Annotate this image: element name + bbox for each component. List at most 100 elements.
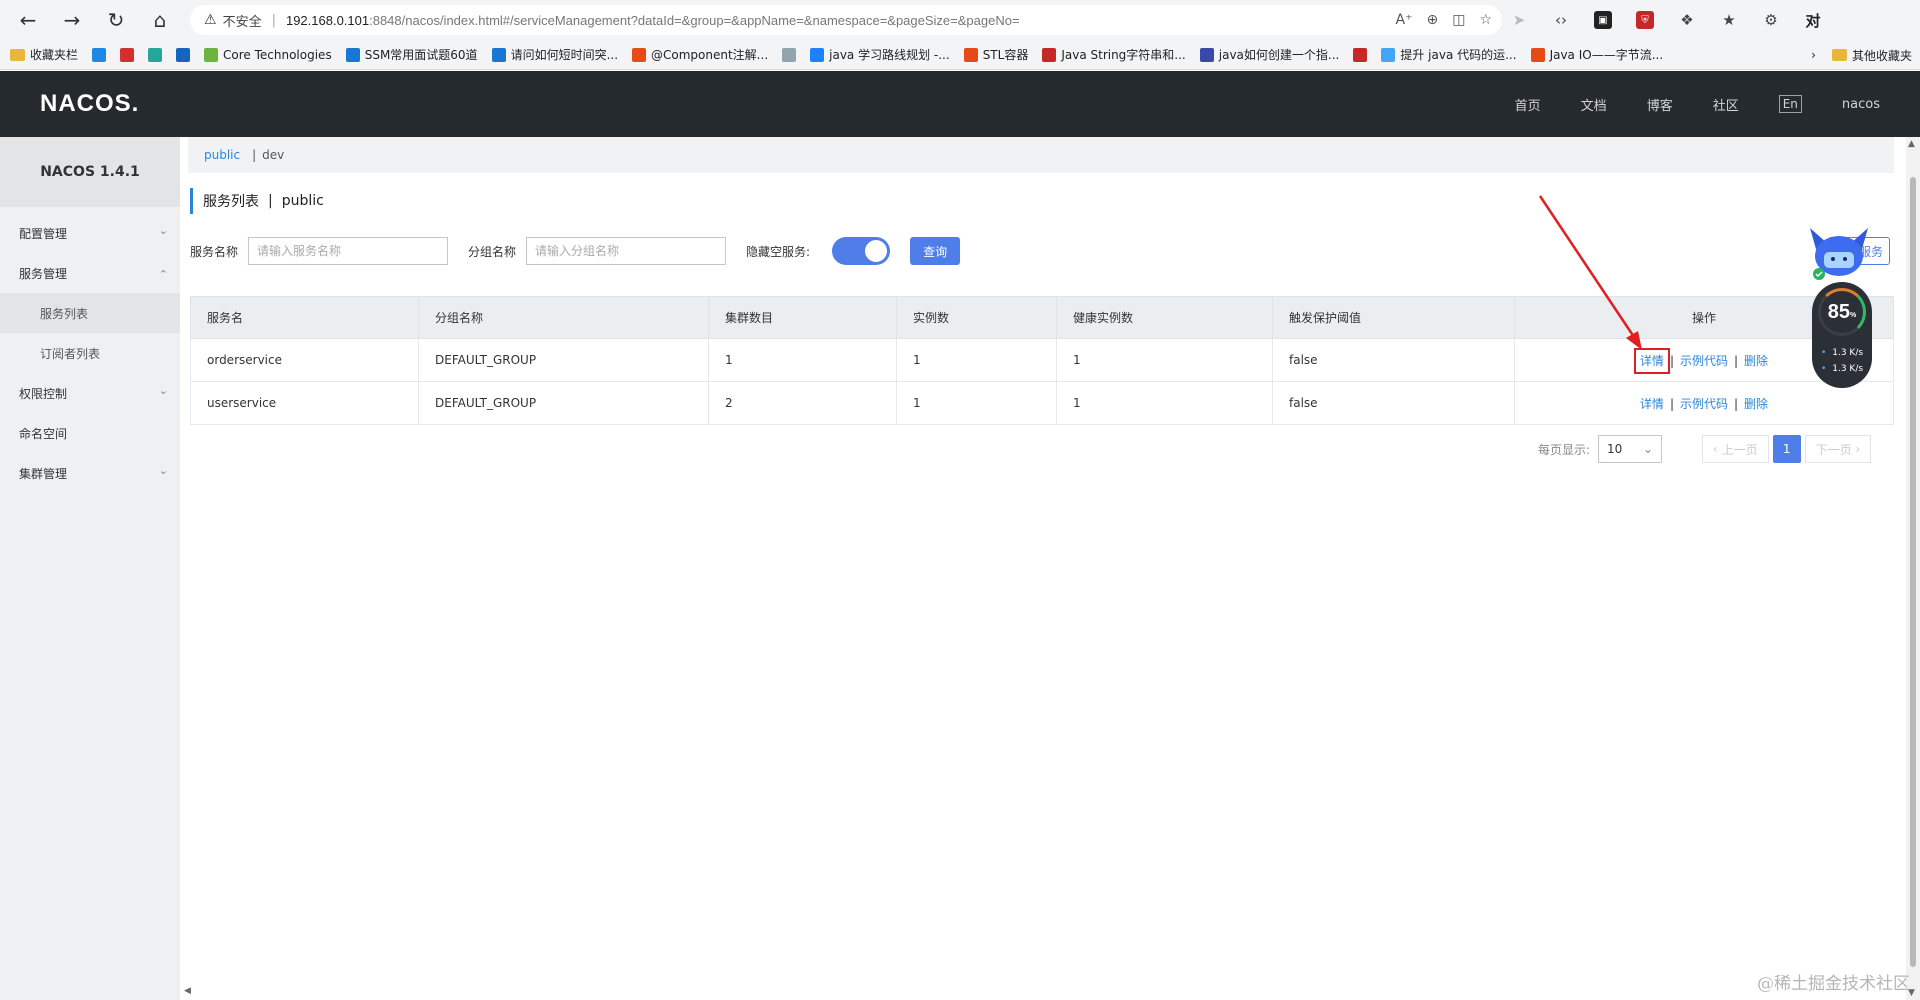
- address-bar[interactable]: ⚠ 不安全 | 192.168.0.101:8848/nacos/index.h…: [190, 5, 1502, 35]
- extension-code-icon[interactable]: ‹›: [1552, 11, 1570, 29]
- reload-icon[interactable]: ↻: [94, 0, 138, 40]
- sidebar-item-label: 权限控制: [19, 386, 68, 401]
- bookmark-item[interactable]: 提升 java 代码的运...: [1381, 46, 1517, 63]
- sidebar-item-service-list[interactable]: 服务列表: [0, 293, 180, 333]
- extensions-icon[interactable]: ❖: [1678, 11, 1696, 29]
- bookmark-item[interactable]: 请问如何短时间突...: [491, 46, 618, 63]
- folder-icon: [10, 48, 25, 61]
- folder-icon: [1831, 49, 1847, 61]
- chevron-down-icon: ⌄: [158, 464, 168, 477]
- extension-cursor-icon[interactable]: ➤: [1510, 11, 1528, 29]
- bookmark-item[interactable]: [1353, 47, 1368, 62]
- url-text[interactable]: 192.168.0.101:8848/nacos/index.html#/ser…: [286, 13, 1020, 28]
- next-page-button[interactable]: 下一页 ›: [1804, 435, 1872, 463]
- chevron-left-icon: ‹: [1713, 442, 1722, 456]
- sidebar-item-auth[interactable]: 权限控制 ⌄: [0, 373, 180, 413]
- table-row: orderservice DEFAULT_GROUP 1 1 1 false 详…: [190, 338, 1894, 382]
- bookmark-item[interactable]: SSM常用面试题60道: [345, 46, 478, 63]
- nav-community[interactable]: 社区: [1713, 95, 1739, 114]
- bookmark-label: java如何创建一个指...: [1218, 48, 1340, 62]
- app-header: NACOS. 首页 文档 博客 社区 En nacos: [0, 71, 1920, 137]
- favorites-icon[interactable]: ★: [1720, 11, 1738, 29]
- collections-icon[interactable]: ⚙: [1762, 11, 1780, 29]
- scroll-up-icon[interactable]: ▲: [1908, 139, 1915, 149]
- bookmark-item[interactable]: Java String字符串和...: [1042, 46, 1186, 63]
- prev-page-button[interactable]: ‹ 上一页: [1702, 435, 1769, 463]
- delete-link[interactable]: 删除: [1744, 397, 1768, 411]
- scrollbar-thumb[interactable]: [1910, 177, 1916, 967]
- col-instance-count: 实例数: [896, 296, 1057, 339]
- sidebar-item-namespace[interactable]: 命名空间: [0, 413, 180, 453]
- bookmark-item[interactable]: [92, 47, 107, 62]
- url-host: 192.168.0.101: [285, 12, 370, 28]
- on-icon: [176, 47, 191, 62]
- bookmark-item[interactable]: @Component注解...: [632, 46, 768, 63]
- read-aloud-icon[interactable]: A⁺: [1396, 12, 1413, 28]
- detail-link[interactable]: 详情: [1633, 347, 1670, 374]
- scroll-left-icon[interactable]: ◀: [184, 986, 191, 996]
- detail-link[interactable]: 详情: [1640, 397, 1664, 411]
- bookmark-item[interactable]: [120, 47, 135, 62]
- back-icon[interactable]: ←: [6, 0, 50, 40]
- monitor-panel: 85% 1.3 K/s 1.3 K/s: [1812, 282, 1872, 388]
- page-size-value: 10: [1607, 442, 1623, 456]
- bookmark-item[interactable]: [782, 47, 797, 62]
- home-icon[interactable]: ⌂: [138, 0, 182, 40]
- delete-link[interactable]: 删除: [1744, 354, 1768, 368]
- bookmark-item[interactable]: Core Technologies: [204, 47, 332, 62]
- bookmark-item[interactable]: java如何创建一个指...: [1199, 46, 1340, 63]
- chevron-right-icon[interactable]: ›: [1811, 48, 1816, 62]
- profile-icon[interactable]: 对: [1804, 11, 1822, 30]
- nav-blog[interactable]: 博客: [1647, 95, 1673, 114]
- language-switch[interactable]: En: [1778, 95, 1802, 113]
- bookmark-item[interactable]: 收藏夹栏: [10, 46, 78, 63]
- usage-unit: %: [1850, 311, 1857, 319]
- bookmark-item[interactable]: java 学习路线规划 -...: [810, 46, 950, 63]
- network-monitor-widget[interactable]: 85% 1.3 K/s 1.3 K/s: [1804, 226, 1874, 388]
- hide-empty-toggle[interactable]: [832, 237, 891, 265]
- cell-service-name: orderservice: [190, 338, 419, 382]
- namespace-bar: public | dev: [188, 137, 1894, 173]
- user-name[interactable]: nacos: [1842, 97, 1880, 112]
- zoom-icon[interactable]: ⊕: [1426, 12, 1438, 28]
- bookmark-item[interactable]: [148, 47, 163, 62]
- cell-group: DEFAULT_GROUP: [418, 381, 709, 425]
- red-icon: [120, 47, 135, 62]
- nav-docs[interactable]: 文档: [1581, 95, 1607, 114]
- vertical-scrollbar[interactable]: ▲ ▼: [1906, 137, 1920, 1000]
- other-bookmarks[interactable]: 其他收藏夹: [1831, 47, 1912, 64]
- sidebar-title: NACOS 1.4.1: [0, 137, 180, 207]
- chevron-down-icon: ⌄: [158, 224, 168, 237]
- group-name-input[interactable]: [526, 237, 727, 265]
- ublock-icon[interactable]: ⛨: [1636, 11, 1654, 29]
- chevron-down-icon: ⌄: [1642, 442, 1654, 456]
- sidebar-item-label: 命名空间: [19, 426, 68, 441]
- forward-icon[interactable]: →: [50, 0, 94, 40]
- nacos-logo[interactable]: NACOS.: [40, 90, 139, 118]
- sidebar-item-service[interactable]: 服务管理 ⌃: [0, 253, 180, 293]
- bookmark-item[interactable]: [176, 47, 191, 62]
- sample-code-link[interactable]: 示例代码: [1680, 354, 1728, 368]
- action-separator: |: [1669, 396, 1674, 411]
- sidebar-item-label: 配置管理: [19, 226, 68, 241]
- csdn-icon: [1042, 47, 1057, 62]
- sidebar-item-subscribers[interactable]: 订阅者列表: [0, 333, 180, 373]
- add-favorite-icon[interactable]: ☆: [1479, 12, 1492, 28]
- page-size-select[interactable]: 10 ⌄: [1598, 435, 1663, 463]
- split-screen-icon[interactable]: ◫: [1452, 12, 1465, 28]
- extension-game-icon[interactable]: ▣: [1594, 11, 1612, 29]
- nav-home[interactable]: 首页: [1515, 95, 1541, 114]
- bookmark-item[interactable]: STL容器: [963, 46, 1028, 63]
- namespace-dev[interactable]: dev: [262, 148, 284, 162]
- service-table: 服务名 分组名称 集群数目 实例数 健康实例数 触发保护阈值 操作 orders…: [190, 296, 1894, 425]
- service-name-input[interactable]: [248, 237, 449, 265]
- bookmark-item[interactable]: Java IO——字节流...: [1530, 46, 1663, 63]
- query-button[interactable]: 查询: [910, 237, 961, 265]
- namespace-public[interactable]: public: [204, 148, 240, 162]
- action-separator: |: [1669, 353, 1674, 368]
- page-number-current[interactable]: 1: [1772, 435, 1801, 463]
- cell-instances: 1: [896, 338, 1057, 382]
- sidebar-item-cluster[interactable]: 集群管理 ⌄: [0, 453, 180, 493]
- sidebar-item-config[interactable]: 配置管理 ⌄: [0, 213, 180, 253]
- sample-code-link[interactable]: 示例代码: [1680, 397, 1728, 411]
